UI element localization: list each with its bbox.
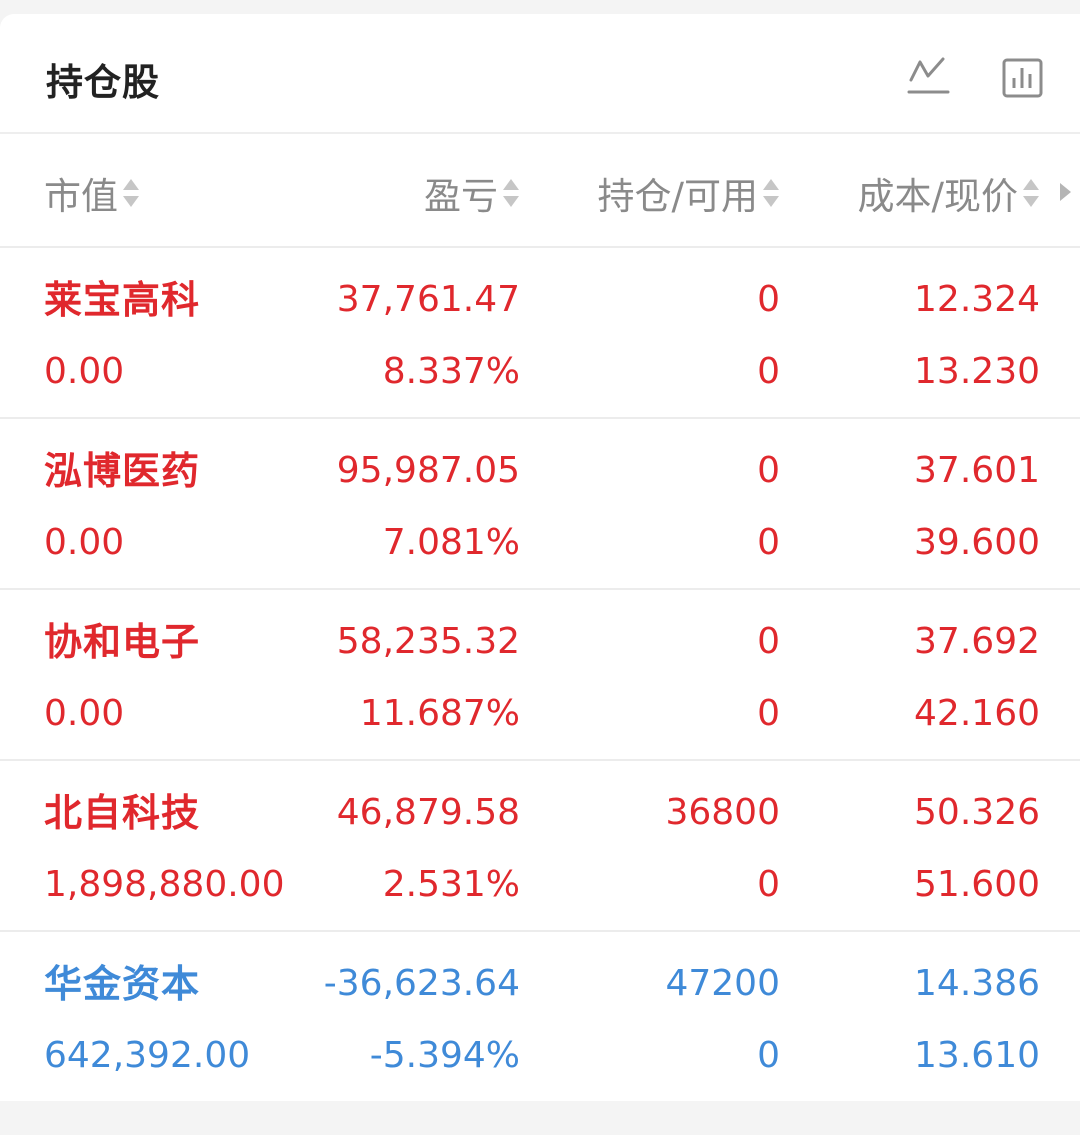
page-title: 持仓股 [46, 61, 160, 104]
sort-icon [502, 177, 520, 209]
market-value: 1,898,880.00 [44, 864, 285, 905]
sort-icon [762, 177, 780, 209]
profit-loss: 95,987.05 [336, 450, 520, 491]
holdings-list: 莱宝高科 0.00 37,761.47 8.337% 0 0 12.324 13… [0, 248, 1080, 1101]
position-qty: 0 [757, 450, 780, 491]
profit-loss-percent: -5.394% [369, 1035, 520, 1076]
position-qty: 0 [757, 279, 780, 320]
line-chart-icon[interactable] [906, 56, 950, 100]
market-value: 0.00 [44, 522, 125, 563]
profit-loss-percent: 8.337% [382, 351, 520, 392]
position-qty: 47200 [665, 963, 780, 1004]
available-qty: 0 [757, 351, 780, 392]
table-row[interactable]: 泓博医药 0.00 95,987.05 7.081% 0 0 37.601 39… [0, 419, 1080, 590]
profit-loss: 58,235.32 [336, 621, 520, 662]
table-row[interactable]: 莱宝高科 0.00 37,761.47 8.337% 0 0 12.324 13… [0, 248, 1080, 419]
column-header-label: 盈亏 [424, 175, 498, 218]
position-qty: 0 [757, 621, 780, 662]
column-header-label: 成本/现价 [857, 175, 1018, 218]
profit-loss: 37,761.47 [336, 279, 520, 320]
column-header-row: 市值 盈亏 持仓/可用 成本/现价 [0, 134, 1080, 248]
table-row[interactable]: 北自科技 1,898,880.00 46,879.58 2.531% 36800… [0, 761, 1080, 932]
market-value: 0.00 [44, 351, 125, 392]
available-qty: 0 [757, 1035, 780, 1076]
available-qty: 0 [757, 864, 780, 905]
column-header-market-value[interactable]: 市值 [44, 170, 140, 218]
current-price: 13.610 [914, 1035, 1040, 1076]
column-header-label: 市值 [44, 175, 118, 218]
cost-price: 14.386 [914, 963, 1040, 1004]
current-price: 39.600 [914, 522, 1040, 563]
bottom-bar [0, 1101, 1080, 1135]
stock-name: 泓博医药 [44, 449, 201, 493]
stock-name: 北自科技 [44, 791, 201, 835]
stock-name: 协和电子 [44, 620, 201, 664]
card-header: 持仓股 [0, 14, 1080, 134]
cost-price: 37.692 [914, 621, 1040, 662]
available-qty: 0 [757, 522, 780, 563]
sort-icon [1022, 177, 1040, 209]
market-value: 0.00 [44, 693, 125, 734]
column-header-cost-price[interactable]: 成本/现价 [858, 170, 1040, 218]
profit-loss-percent: 2.531% [382, 864, 520, 905]
stock-name: 莱宝高科 [44, 278, 201, 322]
current-price: 13.230 [914, 351, 1040, 392]
profit-loss-percent: 7.081% [382, 522, 520, 563]
profit-loss-percent: 11.687% [359, 693, 520, 734]
table-row[interactable]: 华金资本 642,392.00 -36,623.64 -5.394% 47200… [0, 932, 1080, 1101]
position-qty: 36800 [665, 792, 780, 833]
available-qty: 0 [757, 693, 780, 734]
profit-loss: -36,623.64 [323, 963, 520, 1004]
market-value: 642,392.00 [44, 1035, 251, 1076]
holdings-card: 持仓股 市值 盈亏 持仓/可用 成本/现价 莱宝高科 0.00 37,761.4… [0, 14, 1080, 1101]
scroll-right-arrow-icon[interactable] [1060, 183, 1071, 201]
cost-price: 37.601 [914, 450, 1040, 491]
column-header-profit-loss[interactable]: 盈亏 [424, 170, 520, 218]
cost-price: 50.326 [914, 792, 1040, 833]
stock-name: 华金资本 [44, 962, 201, 1006]
bar-chart-icon[interactable] [1001, 56, 1045, 100]
cost-price: 12.324 [914, 279, 1040, 320]
column-header-position-available[interactable]: 持仓/可用 [598, 170, 780, 218]
sort-icon [122, 177, 140, 209]
table-row[interactable]: 协和电子 0.00 58,235.32 11.687% 0 0 37.692 4… [0, 590, 1080, 761]
current-price: 51.600 [914, 864, 1040, 905]
profit-loss: 46,879.58 [336, 792, 520, 833]
column-header-label: 持仓/可用 [597, 175, 758, 218]
current-price: 42.160 [914, 693, 1040, 734]
